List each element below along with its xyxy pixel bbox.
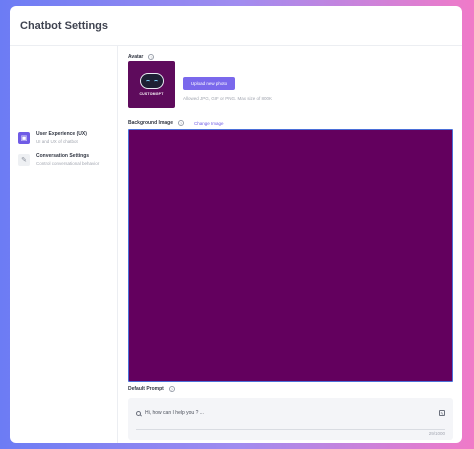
sidebar-item-label: User Experience (UX) [36, 131, 87, 137]
default-prompt-box: Hi, how can I help you ? ... ✎ 29/1000 [128, 398, 453, 440]
character-counter: 29/1000 [428, 431, 445, 436]
background-image-label-text: Background Image [128, 120, 174, 126]
upload-photo-button[interactable]: Upload new photo [183, 77, 235, 90]
settings-sidebar: ▣ User Experience (UX) UI and UX of chat… [10, 46, 118, 443]
page-header: Chatbot Settings [10, 6, 462, 46]
background-image-label: Background Image ? Change Image [128, 120, 224, 126]
sidebar-item-description: UI and UX of chatbot [36, 139, 78, 144]
search-icon [136, 410, 141, 416]
settings-main: Avatar ? CUSTOMGPT Upload new photo Allo… [128, 46, 462, 443]
info-icon[interactable]: ? [148, 54, 155, 60]
robot-icon [139, 73, 164, 89]
edit-icon[interactable]: ✎ [439, 410, 445, 416]
default-prompt-text: Hi, how can I help you ? ... [145, 410, 204, 416]
chat-settings-icon: ✎ [18, 154, 30, 166]
default-prompt-label-text: Default Prompt [128, 386, 164, 392]
avatar-label-text: Avatar [128, 54, 144, 60]
sidebar-item-label: Conversation Settings [36, 153, 90, 159]
default-prompt-label: Default Prompt ? [128, 386, 175, 392]
default-prompt-input[interactable]: Hi, how can I help you ? ... ✎ [136, 404, 445, 422]
divider [136, 429, 445, 430]
avatar-label: Avatar ? [128, 54, 155, 60]
sidebar-item-conversation-settings[interactable]: ✎ Conversation Settings Control conversa… [18, 153, 118, 167]
info-icon[interactable]: ? [168, 386, 175, 392]
settings-window: Chatbot Settings ▣ User Experience (UX) … [10, 6, 462, 443]
avatar[interactable]: CUSTOMGPT [128, 61, 175, 108]
sidebar-item-description: Control conversational behavior [36, 161, 100, 166]
info-icon[interactable]: ? [178, 120, 185, 126]
background-image-preview[interactable] [128, 129, 453, 382]
sidebar-item-user-experience[interactable]: ▣ User Experience (UX) UI and UX of chat… [18, 131, 118, 145]
upload-hint: Allowed JPG, GIF or PNG. Max size of 800… [183, 96, 273, 101]
change-image-link[interactable]: Change Image [194, 121, 224, 126]
palette-icon: ▣ [18, 132, 30, 144]
page-title: Chatbot Settings [20, 19, 108, 32]
avatar-bot-name: CUSTOMGPT [139, 92, 164, 96]
